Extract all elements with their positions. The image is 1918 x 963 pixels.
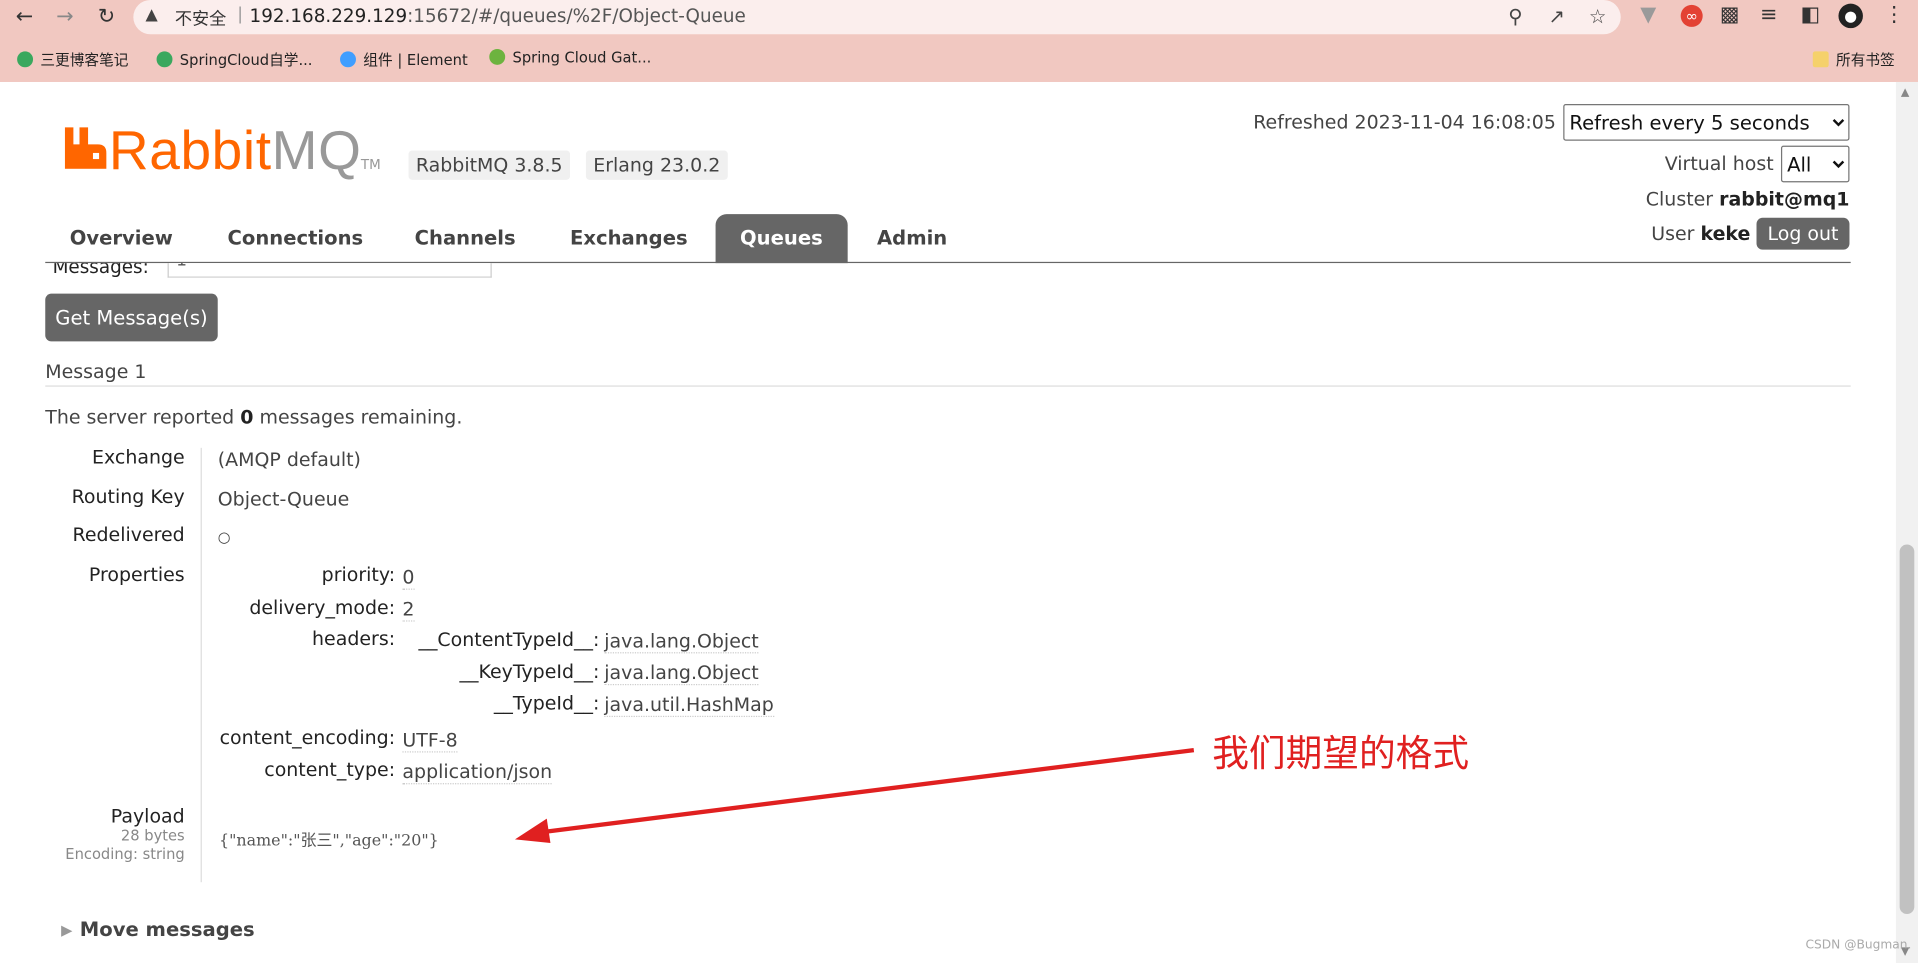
annotation-arrow-icon [514, 747, 1195, 844]
page-scrollbar[interactable]: ▲ ▼ [1895, 81, 1918, 963]
expand-triangle-icon: ▶ [61, 921, 73, 939]
move-messages-section[interactable]: ▶ Move messages [61, 918, 255, 941]
move-messages-label: Move messages [79, 917, 255, 941]
annotation-text: 我们期望的格式 [1212, 732, 1470, 776]
scrollbar-thumb[interactable] [1899, 544, 1915, 915]
watermark: CSDN @Bugman. [1805, 938, 1912, 952]
scroll-up-icon[interactable]: ▲ [1901, 87, 1909, 99]
screen: ← → ↻ ▲ 不安全 | 192.168.229.129:15672/#/qu… [0, 0, 1918, 963]
